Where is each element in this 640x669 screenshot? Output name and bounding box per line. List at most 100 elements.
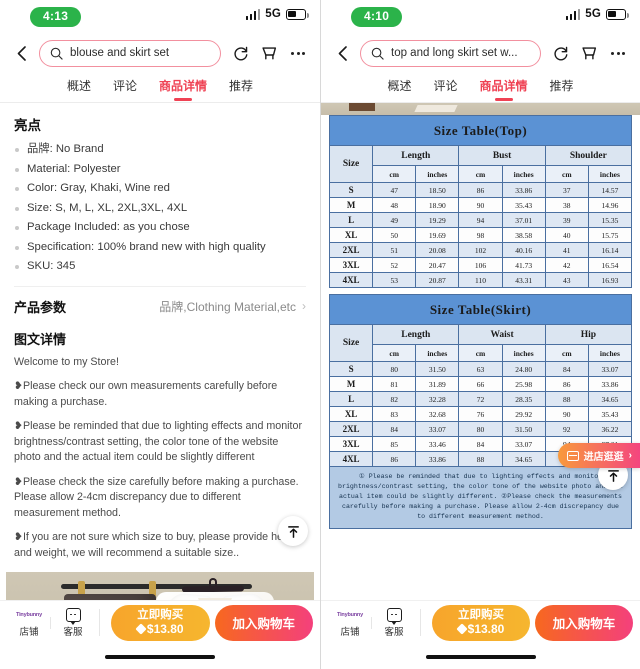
search-input-value: blouse and skirt set — [70, 47, 170, 59]
coin-icon — [135, 623, 147, 635]
search-input[interactable]: blouse and skirt set — [39, 39, 221, 67]
left-tab-bar: 概述 评论 商品详情 推荐 — [0, 72, 320, 102]
refresh-button[interactable] — [550, 42, 570, 64]
list-item: Material: Polyester — [14, 160, 306, 180]
visit-shop-floating-button[interactable]: 进店逛逛 › — [557, 443, 640, 468]
col-header-length: Length — [372, 145, 460, 166]
list-item: Specification: 100% brand new with high … — [14, 238, 306, 258]
col-header-size: Size — [328, 324, 374, 362]
refresh-icon — [553, 46, 567, 60]
tab-recommend[interactable]: 推荐 — [229, 77, 253, 98]
cart-button[interactable] — [259, 42, 279, 64]
size-table-skirt-title: Size Table(Skirt) — [329, 294, 632, 325]
left-status-bar: 4:13 5G — [0, 0, 320, 34]
table-row: 3XL 52 20.47 106 41.73 42 16.54 — [328, 257, 633, 273]
left-scroll-body[interactable]: 亮点 品牌: No Brand Material: Polyester Colo… — [0, 103, 320, 600]
scroll-to-top-icon — [607, 469, 619, 482]
chevron-right-icon: › — [302, 299, 306, 313]
right-phone-panel: 4:10 5G top and long skirt set w... 概述 评… — [320, 0, 640, 669]
buy-now-price: $13.80 — [467, 622, 505, 636]
more-button[interactable] — [608, 42, 628, 64]
bottom-divider — [99, 609, 100, 636]
shop-logo: Tinybunny — [337, 611, 363, 618]
search-input-value: top and long skirt set w... — [391, 47, 518, 59]
cart-button[interactable] — [579, 42, 599, 64]
unit-header-cm: cm — [372, 165, 417, 183]
highlights-section: 亮点 品牌: No Brand Material: Polyester Colo… — [0, 103, 320, 277]
table-row: 4XL 53 20.87 110 43.31 43 16.93 — [328, 272, 633, 288]
highlights-list: 品牌: No Brand Material: Polyester Color: … — [14, 140, 306, 277]
table-row: L 49 19.29 94 37.01 39 15.35 — [328, 212, 633, 228]
visit-shop-label: 进店逛逛 — [583, 452, 624, 463]
size-table-top: Size Table(Top) Size Length Bust Shoulde… — [328, 115, 633, 288]
shop-entry-button[interactable]: Tinybunny 店铺 — [7, 608, 51, 638]
measurement-note: ① Please be reminded that due to lightin… — [329, 467, 632, 529]
product-detail-image[interactable] — [6, 572, 314, 600]
bottom-divider — [420, 609, 421, 636]
product-photo — [6, 572, 314, 600]
tab-overview[interactable]: 概述 — [387, 77, 411, 98]
tab-reviews[interactable]: 评论 — [433, 77, 457, 98]
signal-bars-icon — [245, 8, 261, 20]
table-row: S 80 31.50 63 24.80 84 33.07 — [328, 361, 633, 377]
shop-label: 店铺 — [340, 626, 360, 638]
tab-reviews[interactable]: 评论 — [113, 77, 137, 98]
home-indicator — [105, 654, 215, 659]
unit-header-cm: cm — [544, 344, 589, 362]
list-item: Size: S, M, L, XL, 2XL,3XL, 4XL — [14, 199, 306, 219]
buy-now-button[interactable]: 立即购买 $13.80 — [111, 604, 210, 641]
back-button[interactable] — [12, 41, 30, 65]
product-params-value: 品牌,Clothing Material,etc — [159, 299, 296, 314]
customer-service-button[interactable]: 客服 — [371, 607, 416, 638]
add-to-cart-button[interactable]: 加入购物车 — [535, 604, 633, 641]
product-params-row[interactable]: 产品参数 品牌,Clothing Material,etc › — [0, 287, 320, 327]
shop-entry-button[interactable]: Tinybunny 店铺 — [328, 608, 372, 638]
col-header-length: Length — [372, 324, 460, 345]
tab-overview[interactable]: 概述 — [67, 77, 91, 98]
tab-product-details[interactable]: 商品详情 — [159, 77, 207, 98]
table-row: M 81 31.89 66 25.98 86 33.86 — [328, 376, 633, 392]
size-table-skirt: Size Table(Skirt) Size Length Waist Hip … — [328, 294, 633, 467]
description-paragraph: Welcome to my Store! — [14, 355, 119, 368]
product-params-label: 产品参数 — [14, 299, 67, 315]
v-neckline — [198, 598, 232, 600]
shop-label: 店铺 — [19, 626, 39, 638]
shopping-cart-icon — [581, 46, 596, 59]
description-paragraph: ❥Please check the size carefully before … — [14, 475, 299, 519]
refresh-icon — [233, 46, 247, 60]
right-scroll-body[interactable]: Size Table(Top) Size Length Bust Shoulde… — [321, 103, 640, 600]
customer-service-button[interactable]: 客服 — [50, 607, 95, 638]
product-photo-sliver — [321, 103, 640, 115]
home-indicator-area — [321, 644, 640, 669]
status-time: 4:13 — [30, 7, 82, 27]
left-phone-panel: 4:13 5G blouse and skirt set 概述 评论 商品详情 … — [0, 0, 320, 669]
col-header-shoulder: Shoulder — [544, 145, 633, 166]
tab-product-details[interactable]: 商品详情 — [480, 77, 528, 98]
list-item: 品牌: No Brand — [14, 140, 306, 160]
description-paragraph: ❥If you are not sure which size to buy, … — [14, 531, 301, 559]
more-dots-icon — [291, 51, 294, 55]
buy-now-label: 立即购买 — [458, 609, 504, 621]
table-row: M 48 18.90 90 35.43 38 14.96 — [328, 197, 633, 213]
network-type-label: 5G — [585, 8, 601, 20]
description-paragraph: ❥Please check our own measurements caref… — [14, 380, 278, 408]
add-to-cart-button[interactable]: 加入购物车 — [214, 604, 313, 641]
unit-header-inches: inches — [501, 165, 546, 183]
scroll-to-top-button[interactable] — [278, 516, 308, 546]
table-row: XL 83 32.68 76 29.92 90 35.43 — [328, 406, 633, 422]
tab-recommend[interactable]: 推荐 — [550, 77, 574, 98]
chevron-right-icon: › — [628, 450, 632, 461]
buy-now-button[interactable]: 立即购买 $13.80 — [432, 604, 530, 641]
unit-header-cm: cm — [372, 344, 417, 362]
unit-header-inches: inches — [501, 344, 546, 362]
search-input[interactable]: top and long skirt set w... — [360, 39, 541, 67]
refresh-button[interactable] — [230, 42, 250, 64]
description-paragraph: ❥Please be reminded that due to lighting… — [14, 420, 302, 463]
customer-service-icon — [386, 607, 402, 625]
back-button[interactable] — [333, 41, 351, 65]
size-table-top-body: S 47 18.50 86 33.86 37 14.57 M 48 18.90 — [328, 182, 633, 288]
more-button[interactable] — [288, 42, 308, 64]
size-table-top-title: Size Table(Top) — [329, 115, 632, 146]
unit-header-cm: cm — [544, 165, 589, 183]
buy-now-price-group: $13.80 — [455, 622, 505, 636]
